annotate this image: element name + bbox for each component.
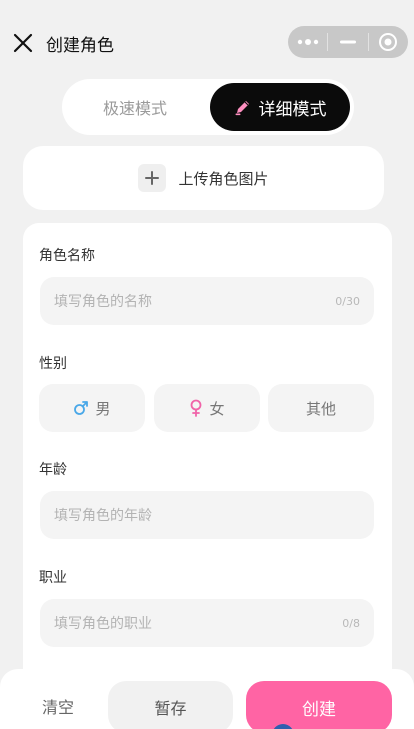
name-placeholder: 填写角色的名称 <box>54 294 152 310</box>
job-counter: 0/8 <box>342 616 360 630</box>
pencil-icon <box>235 101 249 116</box>
minimize-icon <box>339 40 356 44</box>
tab-fast-mode[interactable]: 极速模式 <box>62 79 208 135</box>
upload-image-button[interactable]: 上传角色图片 <box>23 146 384 210</box>
gender-other-label: 其他 <box>305 399 336 418</box>
more-button[interactable] <box>288 26 327 58</box>
plus-icon-box <box>138 164 167 192</box>
header-bar: 创建角色 <box>0 0 414 86</box>
upload-label: 上传角色图片 <box>178 169 269 188</box>
minimize-button[interactable] <box>328 26 367 58</box>
close-icon <box>13 33 33 53</box>
create-button[interactable]: 创建 <box>246 681 392 729</box>
female-icon <box>191 399 202 417</box>
male-icon <box>74 401 89 415</box>
gender-other-button[interactable]: 其他 <box>268 384 374 432</box>
age-input[interactable]: 填写角色的年龄 <box>40 491 374 539</box>
draft-button[interactable]: 暂存 <box>108 681 233 729</box>
clear-button[interactable]: 清空 <box>30 691 86 721</box>
gender-female-label: 女 <box>209 399 225 418</box>
more-dots-icon <box>297 39 318 45</box>
page-title: 创建角色 <box>46 36 114 56</box>
mode-switch: 极速模式 详细模式 <box>62 79 354 135</box>
plus-icon <box>145 171 160 185</box>
gender-female-button[interactable]: 女 <box>154 384 260 432</box>
name-label: 角色名称 <box>39 248 95 264</box>
gender-male-label: 男 <box>95 399 111 418</box>
gender-label: 性别 <box>39 356 67 372</box>
job-placeholder: 填写角色的职业 <box>54 616 152 632</box>
name-counter: 0/30 <box>335 294 360 308</box>
role-form: 角色名称 填写角色的名称 0/30 性别 男 女 其他 年龄 填写角色的年龄 职… <box>23 223 392 729</box>
age-label: 年龄 <box>39 462 67 478</box>
gender-male-button[interactable]: 男 <box>39 384 145 432</box>
mini-program-capsule <box>288 26 408 58</box>
target-icon <box>379 33 398 51</box>
job-input[interactable]: 填写角色的职业 0/8 <box>40 599 374 647</box>
age-placeholder: 填写角色的年龄 <box>54 508 152 524</box>
name-input[interactable]: 填写角色的名称 0/30 <box>40 277 374 325</box>
tab-detail-mode[interactable]: 详细模式 <box>210 83 350 131</box>
exit-button[interactable] <box>369 26 408 58</box>
job-label: 职业 <box>39 570 67 586</box>
bottom-action-bar: 清空 暂存 创建 <box>0 669 414 729</box>
tab-detail-label: 详细模式 <box>258 99 327 120</box>
close-button[interactable] <box>10 30 36 56</box>
